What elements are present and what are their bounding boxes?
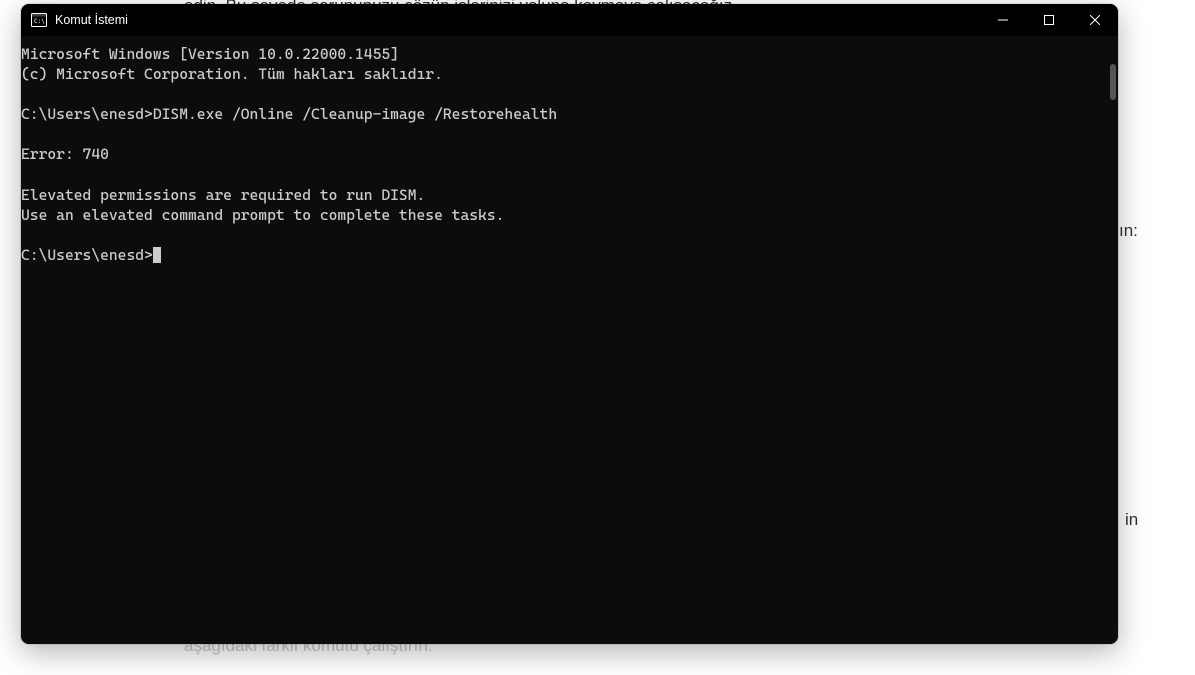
terminal-line-1: (c) Microsoft Corporation. Tüm hakları s…	[21, 65, 443, 83]
terminal-line-0: Microsoft Windows [Version 10.0.22000.14…	[21, 45, 399, 63]
close-button[interactable]	[1072, 4, 1118, 36]
window-title: Komut İstemi	[55, 13, 128, 27]
close-icon	[1090, 15, 1100, 25]
maximize-button[interactable]	[1026, 4, 1072, 36]
maximize-icon	[1044, 15, 1054, 25]
cmd-icon: C:\	[31, 12, 47, 28]
terminal-output[interactable]: Microsoft Windows [Version 10.0.22000.14…	[21, 36, 1104, 644]
bg-text-2: ın:	[1119, 221, 1138, 241]
scrollbar-thumb[interactable]	[1110, 64, 1116, 100]
bg-text-3: in	[1125, 510, 1138, 530]
scrollbar-track[interactable]	[1104, 36, 1118, 644]
terminal-line-5: Error: 740	[21, 145, 109, 163]
svg-text:C:\: C:\	[34, 18, 45, 25]
minimize-icon	[998, 15, 1008, 25]
command-prompt-window: C:\ Komut İstemi	[21, 4, 1118, 644]
terminal-line-10: C:\Users\enesd>	[21, 246, 153, 264]
minimize-button[interactable]	[980, 4, 1026, 36]
cursor	[153, 247, 161, 263]
titlebar[interactable]: C:\ Komut İstemi	[21, 4, 1118, 36]
terminal-line-3: C:\Users\enesd>DISM.exe /Online /Cleanup…	[21, 105, 557, 123]
terminal-line-8: Use an elevated command prompt to comple…	[21, 206, 504, 224]
terminal-line-7: Elevated permissions are required to run…	[21, 186, 425, 204]
